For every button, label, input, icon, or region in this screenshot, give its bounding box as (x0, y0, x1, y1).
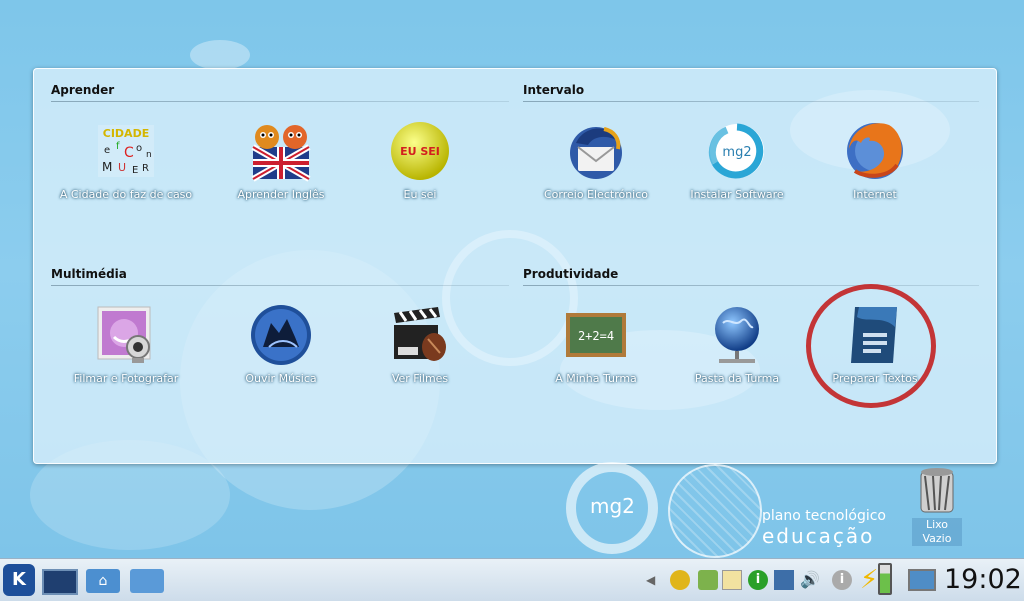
wallpaper-cloud (190, 40, 250, 70)
app-label: Ouvir Música (245, 372, 317, 385)
app-label: A Minha Turma (555, 372, 637, 385)
section-title: Multimédia (51, 267, 127, 281)
app-label: Ver Filmes (391, 372, 449, 385)
mg2-install-icon: mg2 (705, 119, 769, 183)
english-flag-icon (249, 119, 313, 183)
chalk-text: 2+2=4 (578, 329, 614, 343)
home-folder-button[interactable]: ⌂ (86, 563, 122, 597)
network-globe-icon (705, 303, 769, 367)
app-instalar-software[interactable]: mg2 Instalar Software (667, 119, 807, 202)
app-label: A Cidade do faz de caso (59, 188, 193, 201)
screen-icon[interactable] (908, 569, 936, 591)
cidade-text: CIDADE (103, 127, 149, 140)
svg-text:U: U (118, 161, 126, 174)
folder-icon (130, 569, 164, 593)
app-label: Instalar Software (690, 188, 784, 201)
brand-line2: educação (762, 524, 875, 548)
mg2-logo: mg2 (590, 494, 635, 518)
mg2-text: mg2 (722, 145, 751, 160)
folder-button[interactable] (130, 563, 166, 597)
app-label: Eu sei (403, 188, 437, 201)
app-correio[interactable]: Correio Electrónico (526, 119, 666, 202)
hide-arrow-icon[interactable]: ◀ (646, 570, 666, 590)
section-title: Intervalo (523, 83, 585, 97)
svg-text:C: C (124, 145, 134, 161)
app-aprender-ingles[interactable]: Aprender Inglês (211, 119, 351, 202)
app-eu-sei[interactable]: EU SEI Eu sei (350, 119, 490, 202)
section-divider (51, 101, 509, 102)
battery-icon[interactable] (878, 563, 892, 595)
notification-icon[interactable]: i (832, 570, 852, 590)
kde-menu-icon: K (3, 564, 35, 596)
section-aprender: Aprender CIDADE e f C o n M U E R A Cida… (51, 83, 511, 263)
info-icon[interactable]: i (748, 570, 768, 590)
svg-text:e: e (104, 145, 110, 156)
film-clapper-icon (388, 303, 452, 367)
webcam-icon (94, 303, 158, 367)
svg-text:M: M (102, 160, 112, 174)
eu-sei-ball-icon: EU SEI (388, 119, 452, 183)
clock[interactable]: 19:02 (944, 564, 1022, 595)
app-ouvir-musica[interactable]: Ouvir Música (211, 303, 351, 386)
app-label: Correio Electrónico (543, 188, 649, 201)
show-desktop-button[interactable] (42, 563, 78, 597)
section-intervalo: Intervalo Correio Electrónico mg2 Instal… (523, 83, 979, 263)
thunderbird-icon (564, 119, 628, 183)
app-filmar-fotografar[interactable]: Filmar e Fotografar (56, 303, 196, 386)
cidade-icon: CIDADE e f C o n M U E R (94, 119, 158, 183)
music-wolf-icon (249, 303, 313, 367)
trash-label: Lixo Vazio (912, 518, 962, 546)
section-divider (523, 101, 979, 102)
clipboard-icon[interactable] (722, 570, 742, 590)
section-divider (523, 285, 979, 286)
section-title: Produtividade (523, 267, 619, 281)
section-divider (51, 285, 509, 286)
trash-icon (912, 466, 962, 518)
app-label: Filmar e Fotografar (73, 372, 179, 385)
updater-icon[interactable] (670, 570, 690, 590)
kde-menu-button[interactable]: K (2, 563, 38, 597)
trash-desktop-icon[interactable]: Lixo Vazio (912, 466, 962, 546)
svg-text:f: f (116, 141, 120, 152)
app-minha-turma[interactable]: 2+2=4 A Minha Turma (526, 303, 666, 386)
network-icon[interactable] (774, 570, 794, 590)
svg-text:R: R (142, 163, 149, 174)
lock-icon[interactable] (698, 570, 718, 590)
highlight-circle (806, 284, 936, 408)
brand-line1: plano tecnológico (762, 508, 886, 524)
taskbar: K ⌂ ◀ i 🔊 i ⚡ 19:02 (0, 558, 1024, 601)
eu-sei-text: EU SEI (400, 145, 440, 158)
section-multimedia: Multimédia Filmar e Fotografar Ouvir Mús… (51, 267, 511, 447)
app-ver-filmes[interactable]: Ver Filmes (350, 303, 490, 386)
svg-text:o: o (136, 143, 142, 154)
app-pasta-turma[interactable]: Pasta da Turma (667, 303, 807, 386)
section-title: Aprender (51, 83, 115, 97)
power-icon[interactable]: ⚡ (860, 565, 880, 595)
chalkboard-icon: 2+2=4 (564, 303, 628, 367)
desktop-show-icon (42, 569, 78, 595)
svg-text:E: E (132, 165, 138, 176)
svg-text:n: n (146, 150, 152, 160)
app-cidade[interactable]: CIDADE e f C o n M U E R A Cidade do faz… (56, 119, 196, 202)
globe-mesh-logo (668, 464, 762, 558)
volume-icon[interactable]: 🔊 (800, 570, 820, 590)
home-folder-icon: ⌂ (86, 569, 120, 593)
app-label: Pasta da Turma (694, 372, 780, 385)
app-label: Internet (853, 188, 897, 201)
firefox-icon (843, 119, 907, 183)
app-internet[interactable]: Internet (805, 119, 945, 202)
app-label: Aprender Inglês (237, 188, 325, 201)
